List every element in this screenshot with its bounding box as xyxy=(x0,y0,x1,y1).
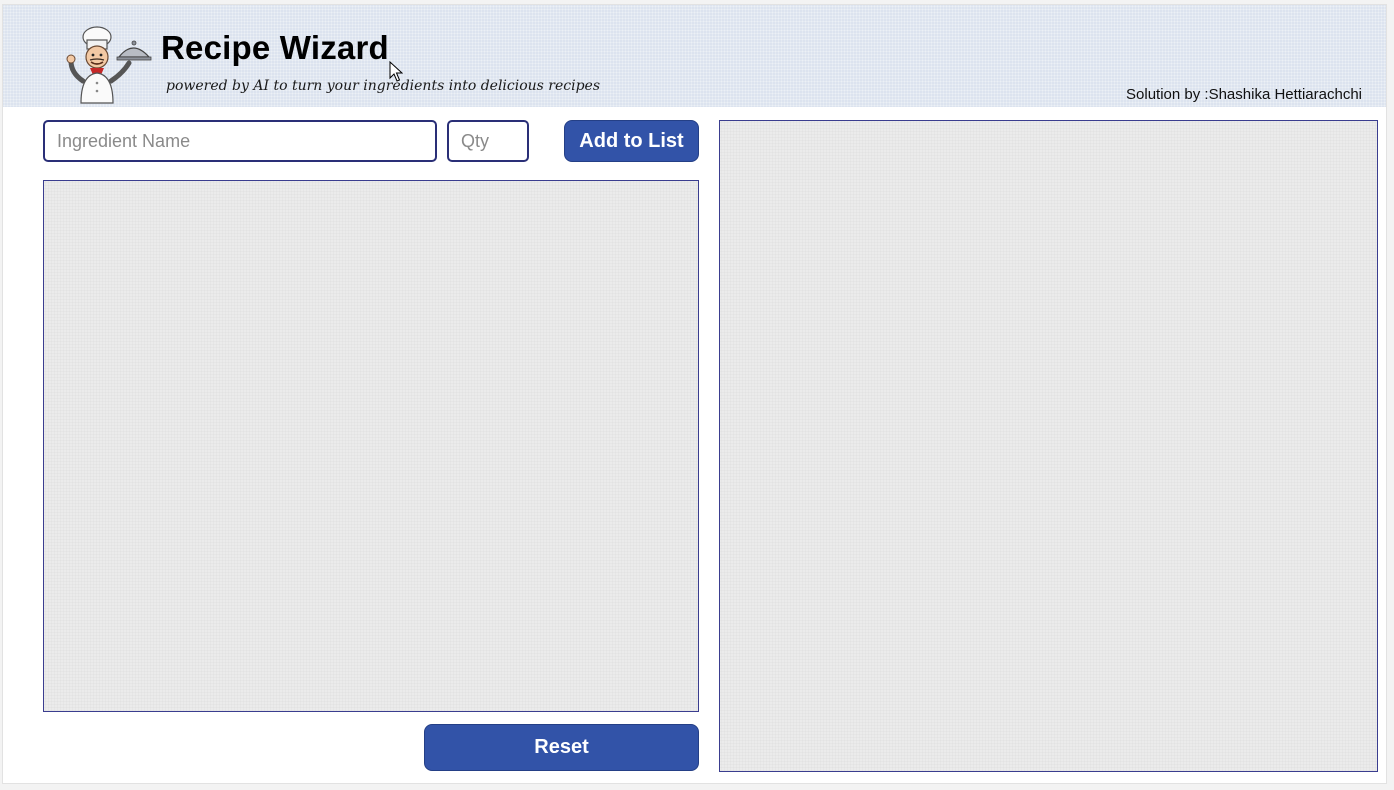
header-bar: Recipe Wizard powered by AI to turn your… xyxy=(3,5,1386,107)
app-subtitle: powered by AI to turn your ingredients i… xyxy=(166,78,601,94)
ingredient-list-panel[interactable] xyxy=(43,180,699,712)
ingredient-name-input[interactable] xyxy=(43,120,437,162)
app-window: Recipe Wizard powered by AI to turn your… xyxy=(2,4,1387,784)
app-title: Recipe Wizard xyxy=(161,29,389,66)
quantity-input[interactable] xyxy=(447,120,529,162)
author-credit: Solution by :Shashika Hettiarachchi xyxy=(1126,86,1362,103)
add-to-list-button[interactable]: Add to List xyxy=(564,120,699,162)
recipe-output-panel xyxy=(719,120,1378,772)
chef-icon xyxy=(66,26,152,104)
mouse-cursor-icon xyxy=(389,61,403,82)
reset-button[interactable]: Reset xyxy=(424,724,699,771)
